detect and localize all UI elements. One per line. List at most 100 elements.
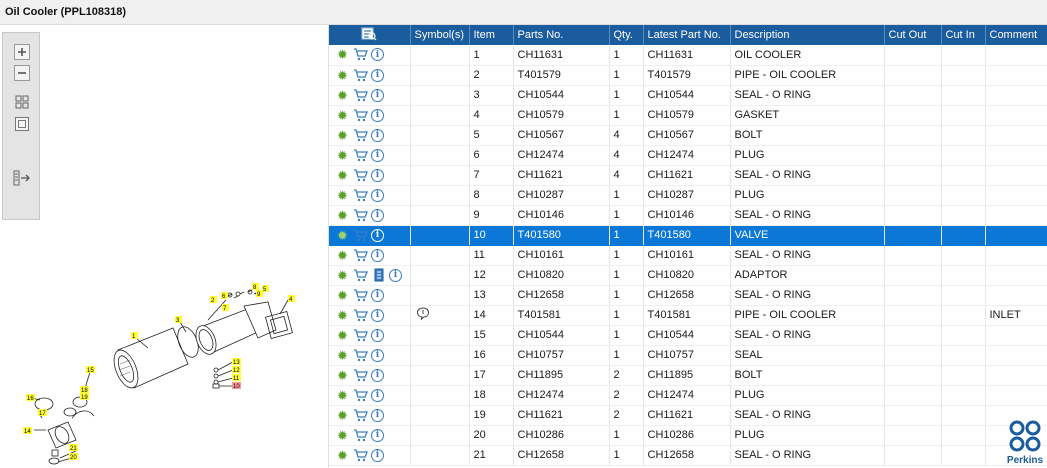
gear-icon[interactable]: ✹ xyxy=(335,248,350,262)
table-row[interactable]: ✹ i 4 CH10579 1 CH10579 GASKET xyxy=(329,105,1047,126)
table-row[interactable]: ✹ i 17 CH11895 2 CH11895 BOLT xyxy=(329,365,1047,386)
callout-20[interactable]: 20 xyxy=(70,455,77,461)
callout-19[interactable]: 19 xyxy=(81,395,88,401)
latest-part-no-cell[interactable]: CH11895 xyxy=(643,365,731,386)
gear-icon[interactable]: ✹ xyxy=(335,128,350,142)
gear-icon[interactable]: ✹ xyxy=(335,428,350,442)
callout-15[interactable]: 15 xyxy=(87,368,94,374)
gear-icon[interactable]: ✹ xyxy=(335,348,350,362)
info-icon[interactable]: i xyxy=(371,188,384,202)
parts-no-cell[interactable]: CH12474 xyxy=(513,385,610,406)
table-row[interactable]: ✹ i 21 CH12658 1 CH12658 SEAL - O RING xyxy=(329,445,1047,466)
latest-part-no-cell[interactable]: CH10286 xyxy=(643,425,731,446)
latest-part-no-cell[interactable]: T401581 xyxy=(643,305,731,326)
parts-no-cell[interactable]: CH12658 xyxy=(513,445,610,466)
column-header-qty[interactable]: Qty. xyxy=(609,25,644,45)
info-icon[interactable]: i xyxy=(371,308,384,322)
parts-no-cell[interactable]: CH11621 xyxy=(513,405,610,426)
cart-icon[interactable] xyxy=(353,228,368,242)
cart-icon[interactable] xyxy=(353,168,368,182)
latest-part-no-cell[interactable]: CH11631 xyxy=(643,45,731,66)
table-row[interactable]: ✹ i 13 CH12658 1 CH12658 SEAL - O RING xyxy=(329,285,1047,306)
fit-all-icon[interactable] xyxy=(13,93,31,111)
cart-icon[interactable] xyxy=(353,268,368,282)
parts-no-cell[interactable]: CH11621 xyxy=(513,165,610,186)
zoom-in-icon[interactable] xyxy=(13,43,31,61)
info-icon[interactable]: i xyxy=(371,408,384,422)
parts-no-cell[interactable]: CH10757 xyxy=(513,345,610,366)
table-row[interactable]: ✹ i 5 CH10567 4 CH10567 BOLT xyxy=(329,125,1047,146)
column-header-parts-no[interactable]: Parts No. xyxy=(513,25,610,45)
info-icon[interactable]: i xyxy=(371,288,384,302)
parts-no-cell[interactable]: CH10579 xyxy=(513,105,610,126)
latest-part-no-cell[interactable]: CH10567 xyxy=(643,125,731,146)
cart-icon[interactable] xyxy=(353,408,368,422)
exploded-parts-diagram[interactable]: 1 2 3 4 5 6 7 8 9 10 11 12 13 14 15 16 1… xyxy=(18,280,308,468)
callout-10[interactable]: 10 xyxy=(233,384,240,390)
latest-part-no-cell[interactable]: CH12658 xyxy=(643,285,731,306)
latest-part-no-cell[interactable]: CH10287 xyxy=(643,185,731,206)
parts-no-cell[interactable]: CH11631 xyxy=(513,45,610,66)
cart-icon[interactable] xyxy=(353,108,368,122)
latest-part-no-cell[interactable]: T401579 xyxy=(643,65,731,86)
info-icon[interactable]: i xyxy=(389,268,402,282)
parts-no-cell[interactable]: T401580 xyxy=(513,225,610,246)
info-icon[interactable]: i xyxy=(371,88,384,102)
grid-settings-icon[interactable] xyxy=(361,27,377,44)
parts-no-cell[interactable]: CH10567 xyxy=(513,125,610,146)
column-header-item[interactable]: Item xyxy=(469,25,514,45)
parts-no-cell[interactable]: CH10161 xyxy=(513,245,610,266)
gear-icon[interactable]: ✹ xyxy=(335,48,350,62)
comment-bubble-icon[interactable] xyxy=(416,307,431,321)
cart-icon[interactable] xyxy=(353,208,368,222)
cart-icon[interactable] xyxy=(353,448,368,462)
parts-no-cell[interactable]: CH10146 xyxy=(513,205,610,226)
latest-part-no-cell[interactable]: CH10579 xyxy=(643,105,731,126)
gear-icon[interactable]: ✹ xyxy=(335,288,350,302)
table-row[interactable]: ✹ i 19 CH11621 2 CH11621 SEAL - O RING xyxy=(329,405,1047,426)
cart-icon[interactable] xyxy=(353,428,368,442)
latest-part-no-cell[interactable]: CH11621 xyxy=(643,405,731,426)
callout-12[interactable]: 12 xyxy=(233,368,240,374)
table-row[interactable]: ✹ i 14 T401581 1 T401581 PIPE - OIL COOLER INLE… xyxy=(329,305,1047,326)
callout-11[interactable]: 11 xyxy=(233,376,240,382)
diagram-pane[interactable]: 1 2 3 4 5 6 7 8 9 10 11 12 13 14 15 16 1… xyxy=(0,25,327,468)
table-row[interactable]: ✹ i 3 CH10544 1 CH10544 SEAL - O RING xyxy=(329,85,1047,106)
latest-part-no-cell[interactable]: CH10161 xyxy=(643,245,731,266)
parts-no-cell[interactable]: CH12474 xyxy=(513,145,610,166)
table-row[interactable]: ✹ i 9 CH10146 1 CH10146 SEAL - O RING xyxy=(329,205,1047,226)
column-header-comment[interactable]: Comment xyxy=(985,25,1047,45)
gear-icon[interactable]: ✹ xyxy=(335,228,350,242)
parts-no-cell[interactable]: CH10544 xyxy=(513,325,610,346)
callout-21[interactable]: 21 xyxy=(70,446,77,452)
cart-icon[interactable] xyxy=(353,88,368,102)
callout-17[interactable]: 17 xyxy=(39,411,46,417)
select-columns-header[interactable] xyxy=(329,25,411,45)
info-icon[interactable]: i xyxy=(371,388,384,402)
gear-icon[interactable]: ✹ xyxy=(335,68,350,82)
cart-icon[interactable] xyxy=(353,248,368,262)
info-icon[interactable]: i xyxy=(371,348,384,362)
latest-part-no-cell[interactable]: CH10146 xyxy=(643,205,731,226)
gear-icon[interactable]: ✹ xyxy=(335,408,350,422)
latest-part-no-cell[interactable]: CH11621 xyxy=(643,165,731,186)
latest-part-no-cell[interactable]: CH12474 xyxy=(643,385,731,406)
cart-icon[interactable] xyxy=(353,348,368,362)
info-icon[interactable]: i xyxy=(371,48,384,62)
cart-icon[interactable] xyxy=(353,68,368,82)
cart-icon[interactable] xyxy=(353,188,368,202)
table-row[interactable]: ✹ i 16 CH10757 1 CH10757 SEAL xyxy=(329,345,1047,366)
column-header-cut-in[interactable]: Cut In xyxy=(941,25,986,45)
gear-icon[interactable]: ✹ xyxy=(335,388,350,402)
document-icon[interactable] xyxy=(371,268,386,282)
parts-no-cell[interactable]: CH10286 xyxy=(513,425,610,446)
cart-icon[interactable] xyxy=(353,148,368,162)
callout-13[interactable]: 13 xyxy=(233,360,240,366)
gear-icon[interactable]: ✹ xyxy=(335,208,350,222)
latest-part-no-cell[interactable]: CH10544 xyxy=(643,85,731,106)
cart-icon[interactable] xyxy=(353,128,368,142)
parts-no-cell[interactable]: CH12658 xyxy=(513,285,610,306)
info-icon[interactable]: i xyxy=(371,448,384,462)
latest-part-no-cell[interactable]: CH12474 xyxy=(643,145,731,166)
column-header-description[interactable]: Description xyxy=(730,25,885,45)
